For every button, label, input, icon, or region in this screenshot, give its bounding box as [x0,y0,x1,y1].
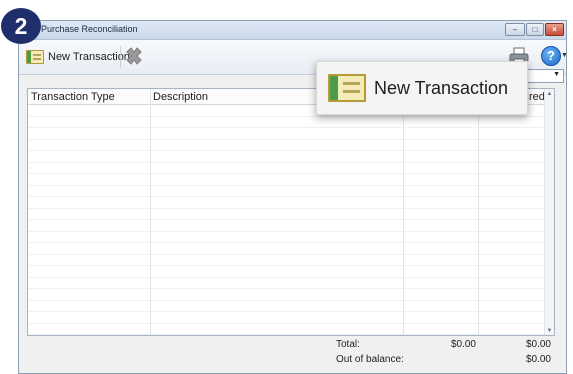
ledger-icon [328,74,366,102]
chevron-down-icon[interactable]: ▼ [561,52,568,59]
close-button[interactable]: × [545,23,564,36]
vertical-scrollbar[interactable]: ▲ ▼ [544,89,554,335]
table-row[interactable] [28,301,545,312]
table-row[interactable] [28,174,545,186]
scroll-down-icon[interactable]: ▼ [545,328,554,334]
totals-section: Total: $0.00 $0.00 Out of balance: $0.00 [19,339,566,373]
table-row[interactable] [28,117,545,128]
new-transaction-callout[interactable]: New Transaction [316,61,528,115]
table-row[interactable] [28,243,545,255]
new-transaction-button[interactable]: New Transaction [23,45,135,69]
table-row[interactable] [28,209,545,220]
column-transaction-type[interactable]: Transaction Type [31,91,115,103]
out-of-balance-value: $0.00 [525,354,551,365]
transactions-grid[interactable]: Transaction Type Description Credit ▲ ▼ [27,88,555,336]
new-transaction-label: New Transaction [48,51,130,63]
callout-label: New Transaction [374,77,509,98]
table-row[interactable] [28,255,545,266]
table-row[interactable] [28,186,545,197]
grid-rows [28,105,545,335]
help-icon[interactable]: ? [541,46,561,66]
table-row[interactable] [28,324,545,335]
title-bar: Purchase Reconciliation – □ × [19,21,566,40]
table-row[interactable] [28,128,545,140]
table-row[interactable] [28,197,545,209]
column-description[interactable]: Description [153,91,208,103]
window-title: Purchase Reconciliation [41,24,138,34]
delete-x-icon[interactable] [123,46,145,68]
table-row[interactable] [28,232,545,243]
toolbar-separator [120,46,121,68]
minimize-button[interactable]: – [505,23,525,36]
ledger-icon [26,50,44,64]
table-row[interactable] [28,278,545,289]
table-row[interactable] [28,289,545,301]
table-row[interactable] [28,151,545,163]
total-debit: $0.00 [450,339,476,350]
table-row[interactable] [28,266,545,278]
total-credit: $0.00 [525,339,551,350]
table-row[interactable] [28,312,545,324]
table-row[interactable] [28,163,545,174]
maximize-button[interactable]: □ [526,23,544,36]
scroll-up-icon[interactable]: ▲ [545,91,554,97]
chevron-down-icon: ▼ [553,71,560,78]
table-row[interactable] [28,220,545,232]
table-row[interactable] [28,140,545,151]
total-label: Total: [336,339,360,350]
step-number-badge: 2 [1,8,41,44]
out-of-balance-label: Out of balance: [336,354,404,365]
